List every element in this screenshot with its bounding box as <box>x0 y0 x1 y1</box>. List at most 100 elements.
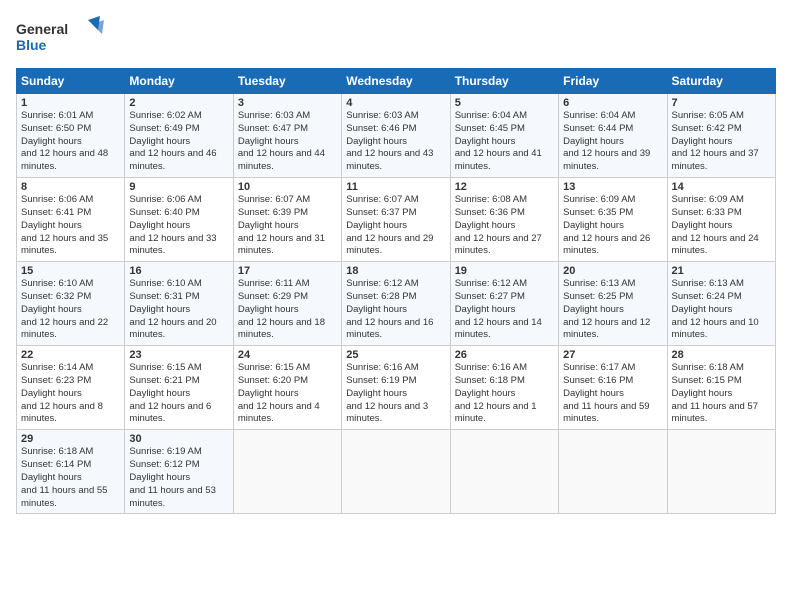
col-header-wednesday: Wednesday <box>342 69 450 94</box>
day-number: 19 <box>455 265 554 277</box>
day-number: 23 <box>129 349 228 361</box>
calendar-cell: 24Sunrise: 6:15 AMSunset: 6:20 PMDayligh… <box>233 346 341 430</box>
day-number: 20 <box>563 265 662 277</box>
calendar-cell: 3Sunrise: 6:03 AMSunset: 6:47 PMDaylight… <box>233 94 341 178</box>
day-info: Sunrise: 6:02 AMSunset: 6:49 PMDaylight … <box>129 110 228 174</box>
calendar-cell: 7Sunrise: 6:05 AMSunset: 6:42 PMDaylight… <box>667 94 775 178</box>
day-info: Sunrise: 6:01 AMSunset: 6:50 PMDaylight … <box>21 110 120 174</box>
calendar-cell: 19Sunrise: 6:12 AMSunset: 6:27 PMDayligh… <box>450 262 558 346</box>
day-info: Sunrise: 6:13 AMSunset: 6:24 PMDaylight … <box>672 278 771 342</box>
calendar-cell: 12Sunrise: 6:08 AMSunset: 6:36 PMDayligh… <box>450 178 558 262</box>
day-info: Sunrise: 6:15 AMSunset: 6:21 PMDaylight … <box>129 362 228 426</box>
col-header-sunday: Sunday <box>17 69 125 94</box>
day-number: 26 <box>455 349 554 361</box>
calendar-cell: 13Sunrise: 6:09 AMSunset: 6:35 PMDayligh… <box>559 178 667 262</box>
day-info: Sunrise: 6:12 AMSunset: 6:27 PMDaylight … <box>455 278 554 342</box>
day-info: Sunrise: 6:04 AMSunset: 6:45 PMDaylight … <box>455 110 554 174</box>
calendar-cell: 25Sunrise: 6:16 AMSunset: 6:19 PMDayligh… <box>342 346 450 430</box>
calendar-cell <box>233 430 341 514</box>
calendar-table: SundayMondayTuesdayWednesdayThursdayFrid… <box>16 68 776 514</box>
calendar-week-row: 22Sunrise: 6:14 AMSunset: 6:23 PMDayligh… <box>17 346 776 430</box>
day-info: Sunrise: 6:07 AMSunset: 6:37 PMDaylight … <box>346 194 445 258</box>
calendar-week-row: 15Sunrise: 6:10 AMSunset: 6:32 PMDayligh… <box>17 262 776 346</box>
calendar-cell: 21Sunrise: 6:13 AMSunset: 6:24 PMDayligh… <box>667 262 775 346</box>
calendar-cell: 15Sunrise: 6:10 AMSunset: 6:32 PMDayligh… <box>17 262 125 346</box>
calendar-cell: 29Sunrise: 6:18 AMSunset: 6:14 PMDayligh… <box>17 430 125 514</box>
calendar-cell: 14Sunrise: 6:09 AMSunset: 6:33 PMDayligh… <box>667 178 775 262</box>
day-info: Sunrise: 6:03 AMSunset: 6:46 PMDaylight … <box>346 110 445 174</box>
day-number: 14 <box>672 181 771 193</box>
day-info: Sunrise: 6:13 AMSunset: 6:25 PMDaylight … <box>563 278 662 342</box>
calendar-cell: 23Sunrise: 6:15 AMSunset: 6:21 PMDayligh… <box>125 346 233 430</box>
calendar-cell: 9Sunrise: 6:06 AMSunset: 6:40 PMDaylight… <box>125 178 233 262</box>
day-number: 8 <box>21 181 120 193</box>
calendar-cell: 11Sunrise: 6:07 AMSunset: 6:37 PMDayligh… <box>342 178 450 262</box>
calendar-cell: 28Sunrise: 6:18 AMSunset: 6:15 PMDayligh… <box>667 346 775 430</box>
day-info: Sunrise: 6:04 AMSunset: 6:44 PMDaylight … <box>563 110 662 174</box>
day-number: 16 <box>129 265 228 277</box>
header: General Blue <box>16 16 776 58</box>
calendar-cell: 30Sunrise: 6:19 AMSunset: 6:12 PMDayligh… <box>125 430 233 514</box>
calendar-body: 1Sunrise: 6:01 AMSunset: 6:50 PMDaylight… <box>17 94 776 514</box>
calendar-week-row: 1Sunrise: 6:01 AMSunset: 6:50 PMDaylight… <box>17 94 776 178</box>
logo-svg: General Blue <box>16 16 106 58</box>
day-number: 29 <box>21 433 120 445</box>
day-number: 27 <box>563 349 662 361</box>
day-info: Sunrise: 6:19 AMSunset: 6:12 PMDaylight … <box>129 446 228 510</box>
day-number: 17 <box>238 265 337 277</box>
day-number: 1 <box>21 97 120 109</box>
calendar-cell <box>559 430 667 514</box>
day-number: 11 <box>346 181 445 193</box>
day-info: Sunrise: 6:08 AMSunset: 6:36 PMDaylight … <box>455 194 554 258</box>
day-info: Sunrise: 6:14 AMSunset: 6:23 PMDaylight … <box>21 362 120 426</box>
calendar-cell: 2Sunrise: 6:02 AMSunset: 6:49 PMDaylight… <box>125 94 233 178</box>
calendar-cell: 5Sunrise: 6:04 AMSunset: 6:45 PMDaylight… <box>450 94 558 178</box>
day-number: 13 <box>563 181 662 193</box>
day-info: Sunrise: 6:10 AMSunset: 6:32 PMDaylight … <box>21 278 120 342</box>
col-header-thursday: Thursday <box>450 69 558 94</box>
day-info: Sunrise: 6:05 AMSunset: 6:42 PMDaylight … <box>672 110 771 174</box>
day-info: Sunrise: 6:09 AMSunset: 6:33 PMDaylight … <box>672 194 771 258</box>
day-number: 18 <box>346 265 445 277</box>
day-number: 12 <box>455 181 554 193</box>
logo: General Blue <box>16 16 106 58</box>
day-info: Sunrise: 6:09 AMSunset: 6:35 PMDaylight … <box>563 194 662 258</box>
day-number: 9 <box>129 181 228 193</box>
calendar-page: General Blue SundayMondayTuesdayWednesda… <box>0 0 792 612</box>
day-info: Sunrise: 6:07 AMSunset: 6:39 PMDaylight … <box>238 194 337 258</box>
col-header-tuesday: Tuesday <box>233 69 341 94</box>
day-info: Sunrise: 6:06 AMSunset: 6:41 PMDaylight … <box>21 194 120 258</box>
day-info: Sunrise: 6:16 AMSunset: 6:19 PMDaylight … <box>346 362 445 426</box>
calendar-cell: 10Sunrise: 6:07 AMSunset: 6:39 PMDayligh… <box>233 178 341 262</box>
col-header-friday: Friday <box>559 69 667 94</box>
col-header-saturday: Saturday <box>667 69 775 94</box>
day-info: Sunrise: 6:11 AMSunset: 6:29 PMDaylight … <box>238 278 337 342</box>
calendar-cell: 4Sunrise: 6:03 AMSunset: 6:46 PMDaylight… <box>342 94 450 178</box>
day-number: 15 <box>21 265 120 277</box>
calendar-cell: 6Sunrise: 6:04 AMSunset: 6:44 PMDaylight… <box>559 94 667 178</box>
day-info: Sunrise: 6:17 AMSunset: 6:16 PMDaylight … <box>563 362 662 426</box>
day-number: 21 <box>672 265 771 277</box>
calendar-cell: 8Sunrise: 6:06 AMSunset: 6:41 PMDaylight… <box>17 178 125 262</box>
calendar-week-row: 8Sunrise: 6:06 AMSunset: 6:41 PMDaylight… <box>17 178 776 262</box>
day-number: 24 <box>238 349 337 361</box>
calendar-cell: 22Sunrise: 6:14 AMSunset: 6:23 PMDayligh… <box>17 346 125 430</box>
calendar-cell: 16Sunrise: 6:10 AMSunset: 6:31 PMDayligh… <box>125 262 233 346</box>
day-info: Sunrise: 6:18 AMSunset: 6:14 PMDaylight … <box>21 446 120 510</box>
day-info: Sunrise: 6:15 AMSunset: 6:20 PMDaylight … <box>238 362 337 426</box>
calendar-header-row: SundayMondayTuesdayWednesdayThursdayFrid… <box>17 69 776 94</box>
day-number: 22 <box>21 349 120 361</box>
day-info: Sunrise: 6:16 AMSunset: 6:18 PMDaylight … <box>455 362 554 426</box>
day-number: 3 <box>238 97 337 109</box>
day-number: 28 <box>672 349 771 361</box>
calendar-cell <box>450 430 558 514</box>
day-number: 4 <box>346 97 445 109</box>
calendar-cell <box>342 430 450 514</box>
day-number: 2 <box>129 97 228 109</box>
calendar-cell: 26Sunrise: 6:16 AMSunset: 6:18 PMDayligh… <box>450 346 558 430</box>
day-info: Sunrise: 6:18 AMSunset: 6:15 PMDaylight … <box>672 362 771 426</box>
day-number: 25 <box>346 349 445 361</box>
calendar-cell: 27Sunrise: 6:17 AMSunset: 6:16 PMDayligh… <box>559 346 667 430</box>
calendar-cell: 17Sunrise: 6:11 AMSunset: 6:29 PMDayligh… <box>233 262 341 346</box>
calendar-cell: 18Sunrise: 6:12 AMSunset: 6:28 PMDayligh… <box>342 262 450 346</box>
